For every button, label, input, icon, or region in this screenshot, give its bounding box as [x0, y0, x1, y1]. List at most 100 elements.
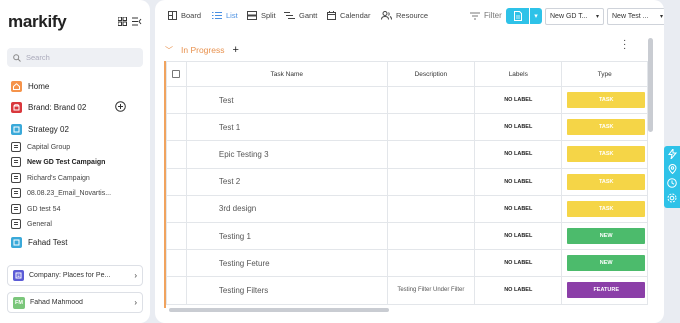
description-cell[interactable]	[386, 113, 476, 142]
table-row[interactable]: Testing Feture NO LABEL NEW	[166, 249, 648, 278]
labels-cell[interactable]: NO LABEL	[474, 194, 563, 223]
type-badge[interactable]: TASK	[567, 146, 645, 163]
description-cell[interactable]	[386, 249, 476, 278]
gear-icon[interactable]	[667, 193, 677, 205]
labels-cell[interactable]: NO LABEL	[474, 85, 563, 115]
sidebar-subitem[interactable]: General	[11, 219, 143, 229]
chevron-down-icon[interactable]: ﹀	[165, 45, 173, 56]
type-cell[interactable]: TASK	[561, 113, 648, 142]
table-row[interactable]: Testing 1 NO LABEL NEW	[166, 221, 648, 251]
row-select-cell[interactable]	[166, 140, 187, 169]
add-icon[interactable]	[115, 101, 126, 114]
sidebar-subitem[interactable]: GD test 54	[11, 204, 143, 214]
type-badge[interactable]: TASK	[567, 92, 645, 109]
new-document-button[interactable]: ▾	[506, 8, 542, 24]
row-select-cell[interactable]	[166, 249, 187, 278]
labels-cell[interactable]: NO LABEL	[474, 140, 563, 169]
campaign-icon	[11, 204, 21, 214]
chevron-down-icon[interactable]: ▾	[530, 8, 542, 24]
sidebar-subitem[interactable]: Richard's Campaign	[11, 173, 143, 183]
row-select-cell[interactable]	[166, 85, 187, 115]
sidebar-subitem[interactable]: Capital Group	[11, 142, 143, 152]
grid-icon[interactable]	[117, 16, 127, 28]
task-name-cell[interactable]: Test	[185, 85, 388, 115]
task-name-cell[interactable]: Testing Feture	[185, 249, 388, 278]
column-header-description[interactable]: Description	[386, 61, 476, 87]
tab-board[interactable]: Board	[168, 11, 201, 20]
type-badge[interactable]: FEATURE	[567, 282, 645, 299]
bolt-icon[interactable]	[667, 147, 677, 161]
task-name-cell[interactable]: 3rd design	[185, 194, 388, 223]
task-name-cell[interactable]: Test 1	[185, 113, 388, 142]
location-icon[interactable]	[667, 163, 677, 176]
filter-button[interactable]: Filter	[470, 11, 502, 20]
labels-cell[interactable]: NO LABEL	[474, 249, 563, 278]
description-cell[interactable]	[386, 85, 476, 115]
tab-calendar[interactable]: Calendar	[327, 11, 370, 20]
collapse-sidebar-icon[interactable]	[132, 17, 142, 28]
row-select-cell[interactable]	[166, 276, 187, 305]
type-cell[interactable]: TASK	[561, 194, 648, 223]
table-row[interactable]: 3rd design NO LABEL TASK	[166, 194, 648, 223]
labels-cell[interactable]: NO LABEL	[474, 167, 563, 196]
user-menu[interactable]: FM Fahad Mahmood ›	[7, 292, 143, 313]
task-select[interactable]: New Test ... ▾	[607, 8, 664, 25]
task-name-cell[interactable]: Test 2	[185, 167, 388, 196]
company-switcher[interactable]: Company: Places for Pe... ›	[7, 265, 143, 286]
sidebar-subitem-label: 08.08.23_Email_Novartis...	[27, 189, 112, 197]
table-row[interactable]: Test 1 NO LABEL TASK	[166, 113, 648, 142]
description-cell[interactable]	[386, 167, 476, 196]
description-cell[interactable]	[386, 140, 476, 169]
row-select-cell[interactable]	[166, 167, 187, 196]
row-select-cell[interactable]	[166, 113, 187, 142]
description-cell[interactable]: Testing Filter Under Filter	[386, 276, 476, 305]
sidebar-item-brand[interactable]: Brand: Brand 02	[11, 101, 143, 114]
table-row[interactable]: Test 2 NO LABEL TASK	[166, 167, 648, 196]
type-cell[interactable]: TASK	[561, 85, 648, 115]
type-badge[interactable]: NEW	[567, 228, 645, 245]
task-name-cell[interactable]: Testing 1	[185, 221, 388, 251]
description-cell[interactable]	[386, 221, 476, 251]
type-cell[interactable]: FEATURE	[561, 276, 648, 305]
app-logo[interactable]: markify	[8, 12, 67, 32]
description-cell[interactable]	[386, 194, 476, 223]
type-badge[interactable]: TASK	[567, 200, 645, 217]
vertical-scrollbar[interactable]	[648, 38, 653, 132]
column-header-task-name[interactable]: Task Name	[185, 61, 388, 87]
table-row[interactable]: Epic Testing 3 NO LABEL TASK	[166, 140, 648, 169]
column-header-labels[interactable]: Labels	[474, 61, 563, 87]
task-name-cell[interactable]: Epic Testing 3	[185, 140, 388, 169]
campaign-select[interactable]: New GD T... ▾	[545, 8, 604, 25]
type-cell[interactable]: TASK	[561, 140, 648, 169]
sidebar-item-strategy[interactable]: Strategy 02	[11, 124, 143, 135]
select-all-checkbox[interactable]	[172, 70, 181, 78]
type-cell[interactable]: TASK	[561, 167, 648, 196]
tab-resource[interactable]: Resource	[381, 11, 428, 20]
labels-cell[interactable]: NO LABEL	[474, 113, 563, 142]
type-badge[interactable]: TASK	[567, 173, 645, 190]
table-row[interactable]: Test NO LABEL TASK	[166, 85, 648, 115]
tab-list[interactable]: List	[212, 11, 238, 20]
type-badge[interactable]: TASK	[567, 119, 645, 136]
search-input[interactable]: Search	[7, 48, 143, 67]
table-row[interactable]: Testing Filters Testing Filter Under Filt…	[166, 276, 648, 305]
more-options-icon[interactable]: · · ·	[623, 36, 626, 54]
type-cell[interactable]: NEW	[561, 249, 648, 278]
sidebar-subitem[interactable]: 08.08.23_Email_Novartis...	[11, 188, 143, 198]
tab-gantt[interactable]: Gantt	[284, 11, 317, 20]
horizontal-scrollbar[interactable]	[169, 308, 389, 312]
tab-split[interactable]: Split	[247, 11, 276, 20]
type-cell[interactable]: NEW	[561, 221, 648, 251]
type-badge[interactable]: NEW	[567, 255, 645, 272]
sidebar-item-fahad-test[interactable]: Fahad Test	[11, 237, 143, 248]
clock-icon[interactable]	[667, 178, 677, 190]
row-select-cell[interactable]	[166, 221, 187, 251]
add-task-icon[interactable]: +	[232, 44, 238, 56]
task-name-cell[interactable]: Testing Filters	[185, 276, 388, 305]
sidebar-subitem-active[interactable]: New GD Test Campaign	[11, 157, 143, 167]
column-header-type[interactable]: Type	[561, 61, 648, 87]
sidebar-item-home[interactable]: Home	[11, 81, 143, 92]
labels-cell[interactable]: NO LABEL	[474, 221, 563, 251]
row-select-cell[interactable]	[166, 194, 187, 223]
labels-cell[interactable]: NO LABEL	[474, 276, 563, 305]
